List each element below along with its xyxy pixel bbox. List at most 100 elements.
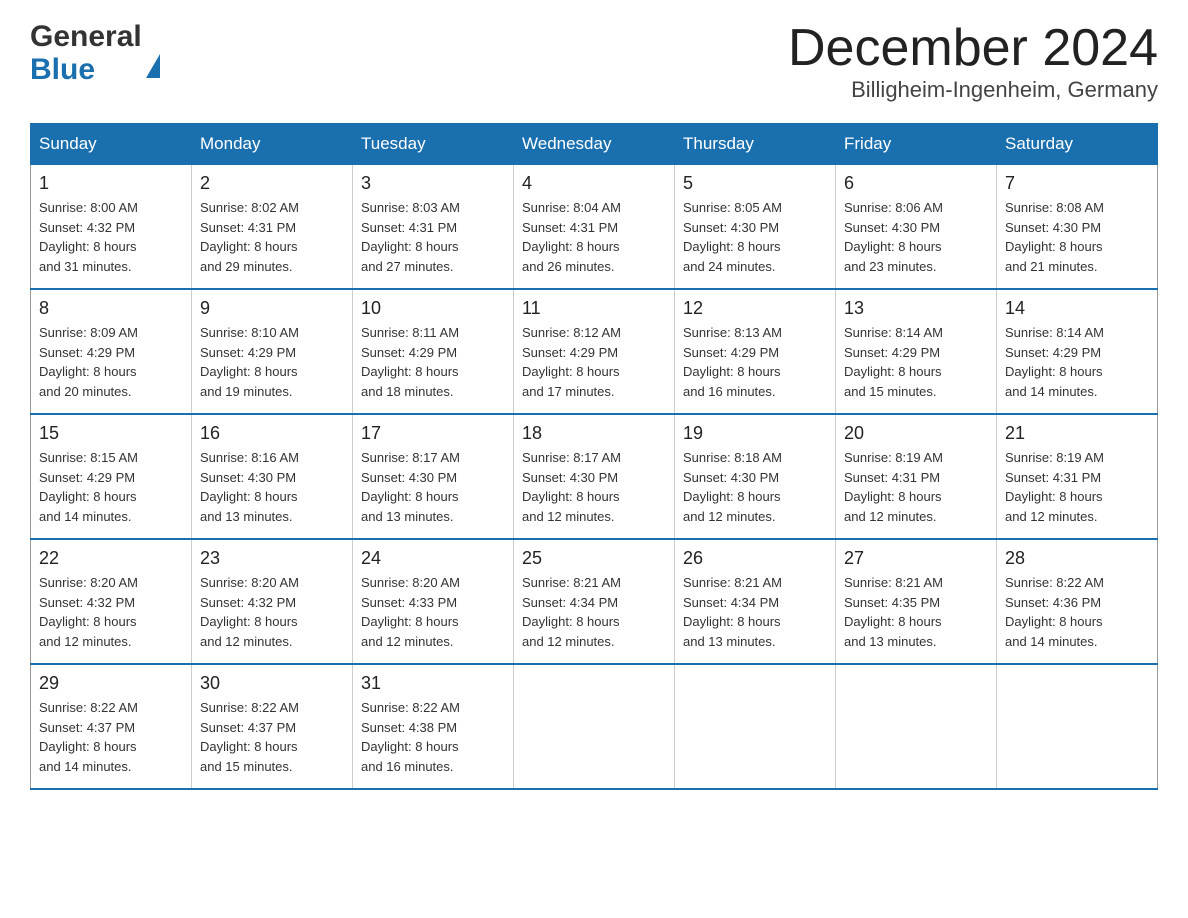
day-number: 15	[39, 423, 183, 444]
day-info: Sunrise: 8:19 AMSunset: 4:31 PMDaylight:…	[1005, 448, 1149, 526]
calendar-cell: 4 Sunrise: 8:04 AMSunset: 4:31 PMDaylight…	[514, 165, 675, 290]
location-subtitle: Billigheim-Ingenheim, Germany	[788, 77, 1158, 103]
calendar-week-row: 8 Sunrise: 8:09 AMSunset: 4:29 PMDaylight…	[31, 289, 1158, 414]
day-number: 26	[683, 548, 827, 569]
day-number: 9	[200, 298, 344, 319]
day-number: 21	[1005, 423, 1149, 444]
calendar-cell: 15 Sunrise: 8:15 AMSunset: 4:29 PMDayligh…	[31, 414, 192, 539]
day-number: 22	[39, 548, 183, 569]
calendar-cell: 27 Sunrise: 8:21 AMSunset: 4:35 PMDayligh…	[836, 539, 997, 664]
day-number: 6	[844, 173, 988, 194]
day-number: 5	[683, 173, 827, 194]
day-number: 23	[200, 548, 344, 569]
calendar-cell: 11Sunrise: 8:12 AMSunset: 4:29 PMDayligh…	[514, 289, 675, 414]
day-info: Sunrise: 8:06 AMSunset: 4:30 PMDaylight:…	[844, 198, 988, 276]
day-number: 25	[522, 548, 666, 569]
calendar-cell: 26 Sunrise: 8:21 AMSunset: 4:34 PMDayligh…	[675, 539, 836, 664]
weekday-header-monday: Monday	[192, 124, 353, 165]
day-info: Sunrise: 8:09 AMSunset: 4:29 PMDaylight:…	[39, 323, 183, 401]
day-number: 30	[200, 673, 344, 694]
weekday-header-row: SundayMondayTuesdayWednesdayThursdayFrid…	[31, 124, 1158, 165]
calendar-cell: 17 Sunrise: 8:17 AMSunset: 4:30 PMDayligh…	[353, 414, 514, 539]
calendar-cell	[836, 664, 997, 789]
day-number: 4	[522, 173, 666, 194]
calendar-cell: 18Sunrise: 8:17 AMSunset: 4:30 PMDayligh…	[514, 414, 675, 539]
calendar-cell: 9 Sunrise: 8:10 AMSunset: 4:29 PMDaylight…	[192, 289, 353, 414]
day-info: Sunrise: 8:17 AMSunset: 4:30 PMDaylight:…	[522, 448, 666, 526]
calendar-cell: 22 Sunrise: 8:20 AMSunset: 4:32 PMDayligh…	[31, 539, 192, 664]
day-info: Sunrise: 8:20 AMSunset: 4:33 PMDaylight:…	[361, 573, 505, 651]
calendar-cell: 31 Sunrise: 8:22 AMSunset: 4:38 PMDayligh…	[353, 664, 514, 789]
day-number: 31	[361, 673, 505, 694]
day-number: 16	[200, 423, 344, 444]
day-number: 2	[200, 173, 344, 194]
calendar-week-row: 15 Sunrise: 8:15 AMSunset: 4:29 PMDayligh…	[31, 414, 1158, 539]
calendar-cell: 13Sunrise: 8:14 AMSunset: 4:29 PMDayligh…	[836, 289, 997, 414]
day-info: Sunrise: 8:17 AMSunset: 4:30 PMDaylight:…	[361, 448, 505, 526]
day-number: 17	[361, 423, 505, 444]
calendar-cell: 5 Sunrise: 8:05 AMSunset: 4:30 PMDaylight…	[675, 165, 836, 290]
calendar-cell: 21 Sunrise: 8:19 AMSunset: 4:31 PMDayligh…	[997, 414, 1158, 539]
day-info: Sunrise: 8:05 AMSunset: 4:30 PMDaylight:…	[683, 198, 827, 276]
weekday-header-saturday: Saturday	[997, 124, 1158, 165]
day-info: Sunrise: 8:03 AMSunset: 4:31 PMDaylight:…	[361, 198, 505, 276]
calendar-cell: 24 Sunrise: 8:20 AMSunset: 4:33 PMDayligh…	[353, 539, 514, 664]
day-info: Sunrise: 8:21 AMSunset: 4:35 PMDaylight:…	[844, 573, 988, 651]
day-info: Sunrise: 8:20 AMSunset: 4:32 PMDaylight:…	[39, 573, 183, 651]
day-info: Sunrise: 8:22 AMSunset: 4:38 PMDaylight:…	[361, 698, 505, 776]
calendar-week-row: 22 Sunrise: 8:20 AMSunset: 4:32 PMDayligh…	[31, 539, 1158, 664]
calendar-cell: 25 Sunrise: 8:21 AMSunset: 4:34 PMDayligh…	[514, 539, 675, 664]
day-info: Sunrise: 8:10 AMSunset: 4:29 PMDaylight:…	[200, 323, 344, 401]
day-info: Sunrise: 8:11 AMSunset: 4:29 PMDaylight:…	[361, 323, 505, 401]
page-header: General Blue December 2024 Billigheim-In…	[30, 20, 1158, 103]
day-number: 8	[39, 298, 183, 319]
day-info: Sunrise: 8:12 AMSunset: 4:29 PMDaylight:…	[522, 323, 666, 401]
day-info: Sunrise: 8:22 AMSunset: 4:36 PMDaylight:…	[1005, 573, 1149, 651]
calendar-cell: 28Sunrise: 8:22 AMSunset: 4:36 PMDayligh…	[997, 539, 1158, 664]
day-info: Sunrise: 8:21 AMSunset: 4:34 PMDaylight:…	[683, 573, 827, 651]
day-info: Sunrise: 8:00 AMSunset: 4:32 PMDaylight:…	[39, 198, 183, 276]
title-section: December 2024 Billigheim-Ingenheim, Germ…	[788, 20, 1158, 103]
day-info: Sunrise: 8:22 AMSunset: 4:37 PMDaylight:…	[200, 698, 344, 776]
calendar-cell	[675, 664, 836, 789]
logo-blue: Blue	[30, 53, 142, 86]
logo-text-group: General Blue	[30, 20, 142, 86]
calendar-week-row: 29Sunrise: 8:22 AMSunset: 4:37 PMDayligh…	[31, 664, 1158, 789]
day-number: 13	[844, 298, 988, 319]
calendar-cell: 20 Sunrise: 8:19 AMSunset: 4:31 PMDayligh…	[836, 414, 997, 539]
logo: General Blue	[30, 20, 160, 86]
day-info: Sunrise: 8:16 AMSunset: 4:30 PMDaylight:…	[200, 448, 344, 526]
weekday-header-wednesday: Wednesday	[514, 124, 675, 165]
day-info: Sunrise: 8:14 AMSunset: 4:29 PMDaylight:…	[1005, 323, 1149, 401]
day-number: 10	[361, 298, 505, 319]
day-info: Sunrise: 8:19 AMSunset: 4:31 PMDaylight:…	[844, 448, 988, 526]
day-number: 27	[844, 548, 988, 569]
calendar-cell: 12 Sunrise: 8:13 AMSunset: 4:29 PMDayligh…	[675, 289, 836, 414]
calendar-cell: 29Sunrise: 8:22 AMSunset: 4:37 PMDayligh…	[31, 664, 192, 789]
day-number: 20	[844, 423, 988, 444]
calendar-cell	[997, 664, 1158, 789]
month-title: December 2024	[788, 20, 1158, 77]
calendar-cell: 10 Sunrise: 8:11 AMSunset: 4:29 PMDayligh…	[353, 289, 514, 414]
calendar-cell: 30 Sunrise: 8:22 AMSunset: 4:37 PMDayligh…	[192, 664, 353, 789]
day-number: 19	[683, 423, 827, 444]
calendar-cell: 14Sunrise: 8:14 AMSunset: 4:29 PMDayligh…	[997, 289, 1158, 414]
day-info: Sunrise: 8:04 AMSunset: 4:31 PMDaylight:…	[522, 198, 666, 276]
weekday-header-sunday: Sunday	[31, 124, 192, 165]
calendar-cell: 7 Sunrise: 8:08 AMSunset: 4:30 PMDaylight…	[997, 165, 1158, 290]
day-info: Sunrise: 8:20 AMSunset: 4:32 PMDaylight:…	[200, 573, 344, 651]
day-info: Sunrise: 8:08 AMSunset: 4:30 PMDaylight:…	[1005, 198, 1149, 276]
calendar-week-row: 1Sunrise: 8:00 AMSunset: 4:32 PMDaylight…	[31, 165, 1158, 290]
day-info: Sunrise: 8:15 AMSunset: 4:29 PMDaylight:…	[39, 448, 183, 526]
calendar-cell: 2 Sunrise: 8:02 AMSunset: 4:31 PMDaylight…	[192, 165, 353, 290]
day-number: 12	[683, 298, 827, 319]
calendar-cell: 8 Sunrise: 8:09 AMSunset: 4:29 PMDaylight…	[31, 289, 192, 414]
day-number: 24	[361, 548, 505, 569]
day-number: 7	[1005, 173, 1149, 194]
weekday-header-thursday: Thursday	[675, 124, 836, 165]
day-info: Sunrise: 8:21 AMSunset: 4:34 PMDaylight:…	[522, 573, 666, 651]
logo-arrow-icon	[146, 54, 160, 78]
day-info: Sunrise: 8:13 AMSunset: 4:29 PMDaylight:…	[683, 323, 827, 401]
weekday-header-friday: Friday	[836, 124, 997, 165]
day-info: Sunrise: 8:02 AMSunset: 4:31 PMDaylight:…	[200, 198, 344, 276]
